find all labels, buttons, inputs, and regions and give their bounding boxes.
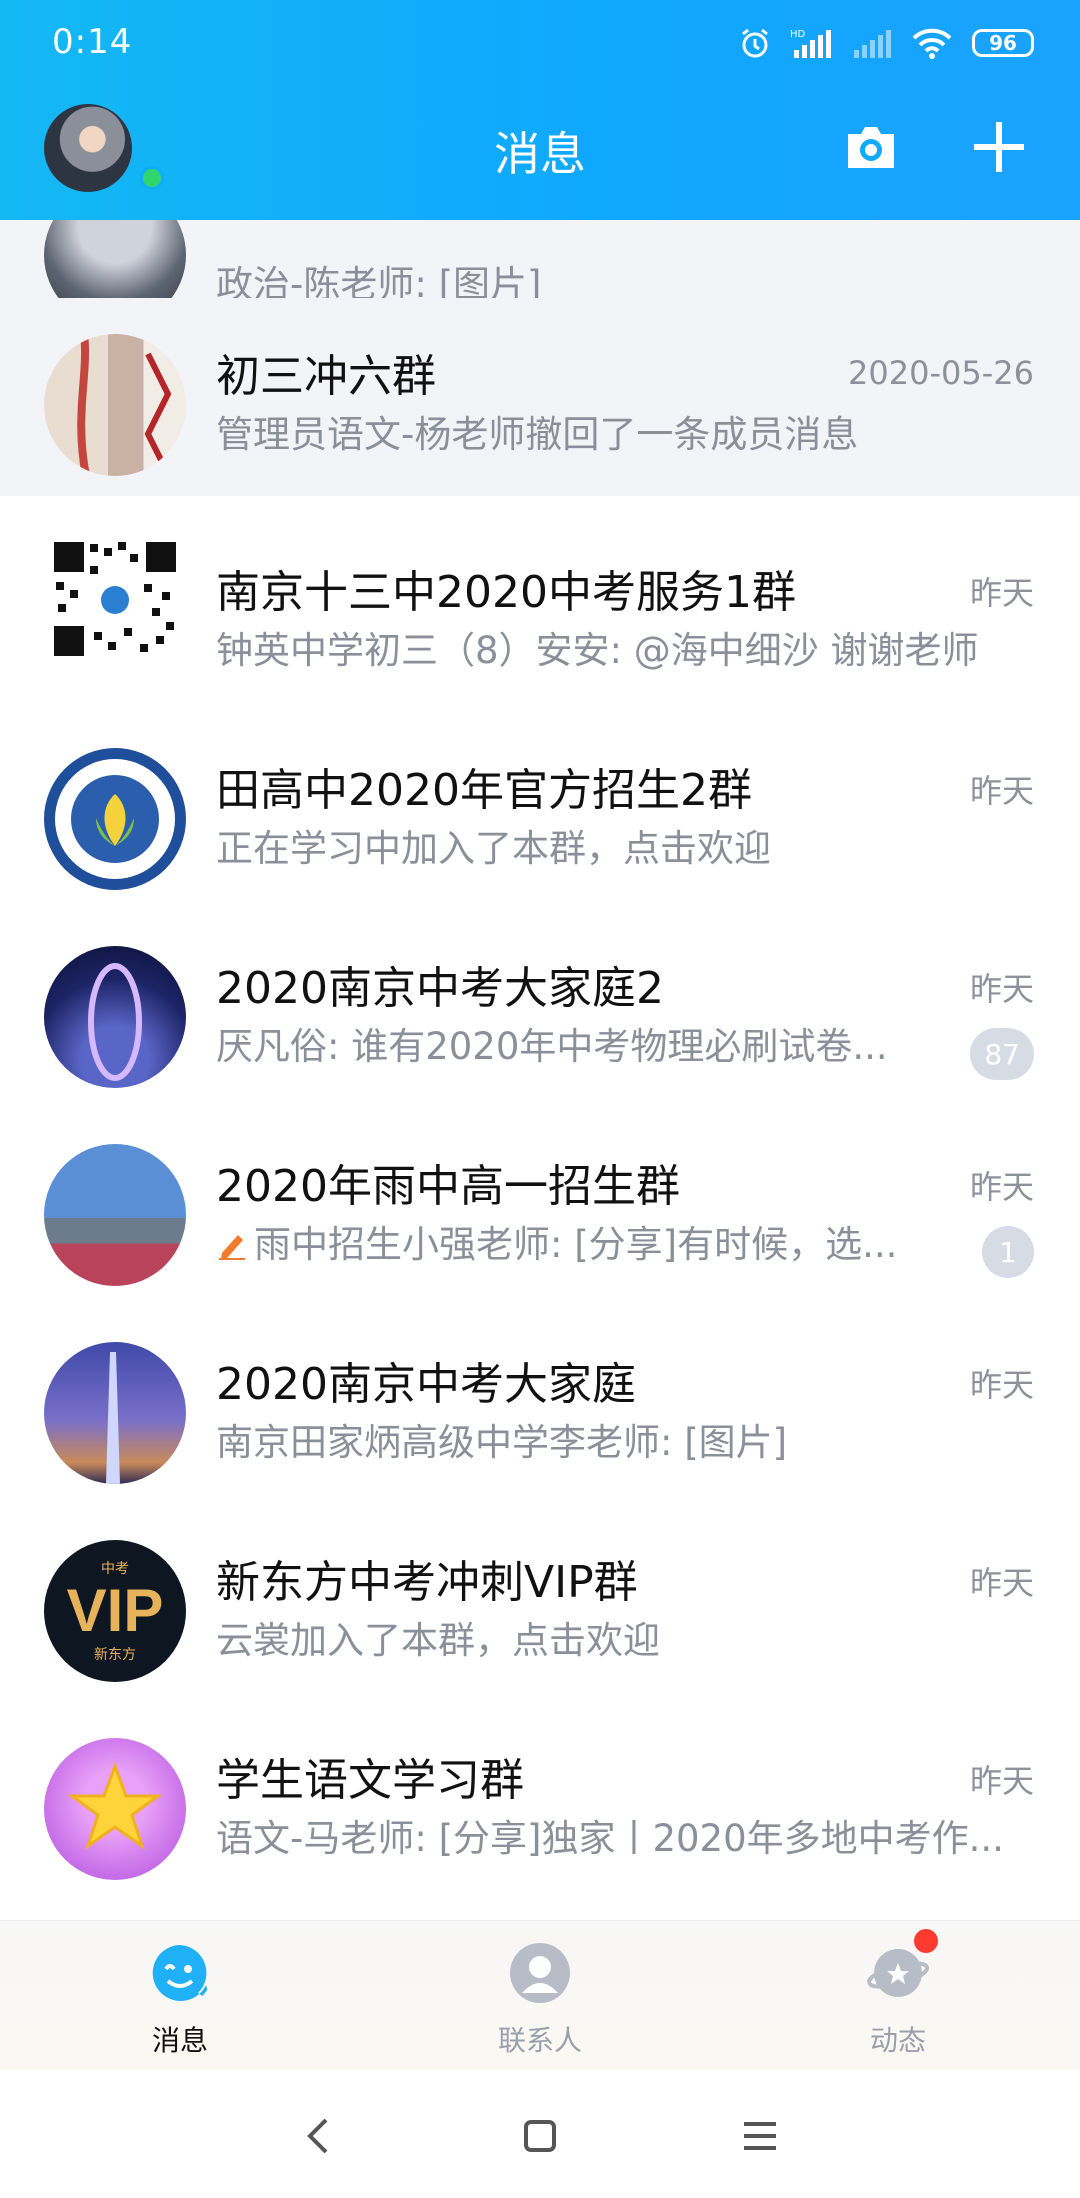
wifi-icon	[912, 28, 952, 59]
conversation-preview: 管理员语文-杨老师撤回了一条成员消息	[216, 413, 859, 456]
conversation-preview: 雨中招生小强老师: [分享]有时候，选...	[216, 1214, 897, 1268]
conversation-name: 南京十三中2020中考服务1群	[216, 567, 796, 618]
add-plus-button[interactable]	[970, 118, 1028, 176]
conversation-row[interactable]: 南京十三中2020中考服务1群 钟英中学初三（8）安安: @海中细沙 谢谢老师 …	[0, 508, 1080, 706]
avatar: 中考 VIP 新东方	[44, 1540, 186, 1682]
conversation-row[interactable]: 2020南京中考大家庭2 厌凡俗: 谁有2020年中考物理必刷试卷... 昨天 …	[0, 904, 1080, 1102]
tab-label: 动态	[869, 2024, 926, 2057]
signal-hd-icon: HD	[790, 29, 831, 58]
qr-code-image	[52, 540, 178, 662]
conversation-preview: 南京田家炳高级中学李老师: [图片]	[216, 1421, 788, 1464]
back-icon[interactable]	[290, 2106, 350, 2166]
vip-logo-bottom: 新东方	[94, 1647, 136, 1663]
tab-contacts[interactable]: 联系人	[440, 1921, 640, 2071]
camera-button[interactable]	[842, 118, 900, 176]
conversation-name: 2020年雨中高一招生群	[216, 1161, 680, 1212]
penguin-chat-icon	[152, 1945, 210, 2001]
avatar	[44, 1342, 186, 1484]
bridge-night-image	[88, 963, 142, 1081]
conversation-time: 昨天	[969, 1366, 1034, 1404]
recents-menu-icon[interactable]	[730, 2106, 790, 2166]
conversation-row[interactable]: 2020年雨中高一招生群 雨中招生小强老师: [分享]有时候，选... 昨天 1	[0, 1102, 1080, 1300]
tab-moments[interactable]: 动态	[798, 1921, 998, 2071]
conversation-time: 昨天	[969, 574, 1034, 612]
bottom-tab-bar: 消息 联系人 动态	[0, 1920, 1080, 2071]
avatar	[44, 1738, 186, 1880]
alarm-icon	[742, 28, 768, 58]
conversation-time: 2020-05-26	[848, 354, 1034, 392]
tab-label: 消息	[151, 2024, 208, 2057]
conversation-row[interactable]: 2020南京中考大家庭 南京田家炳高级中学李老师: [图片] 昨天	[0, 1300, 1080, 1498]
conversation-preview: 云裳加入了本群，点击欢迎	[216, 1619, 660, 1662]
conversation-name: 2020南京中考大家庭	[216, 1359, 636, 1410]
app-header: 0:14 HD 96 消息	[0, 0, 1080, 220]
conversation-time: 昨天	[969, 1762, 1034, 1800]
avatar	[44, 946, 186, 1088]
conversation-preview: 正在学习中加入了本群，点击欢迎	[216, 827, 771, 870]
page-title: 消息	[494, 127, 586, 181]
tab-label: 联系人	[497, 2024, 582, 2057]
avatar	[44, 334, 186, 476]
conversation-row[interactable]: 中考 VIP 新东方 新东方中考冲刺VIP群 云裳加入了本群，点击欢迎 昨天	[0, 1498, 1080, 1696]
conversation-name: 初三冲六群	[216, 351, 436, 402]
status-time: 0:14	[52, 22, 133, 62]
signal-weak-icon	[854, 30, 891, 58]
conversation-preview: 厌凡俗: 谁有2020年中考物理必刷试卷...	[216, 1025, 888, 1068]
conversation-time: 昨天	[969, 772, 1034, 810]
avatar	[44, 532, 186, 674]
vip-logo-top: 中考	[101, 1561, 129, 1577]
vip-logo-text: VIP	[66, 1577, 164, 1644]
avatar	[44, 1144, 186, 1286]
conversation-time: 昨天	[969, 1168, 1034, 1206]
conversation-time: 昨天	[969, 970, 1034, 1008]
avatar	[44, 748, 186, 890]
conversation-preview-text: 雨中招生小强老师: [分享]有时候，选...	[254, 1223, 898, 1266]
conversation-preview: 钟英中学初三（8）安安: @海中细沙 谢谢老师	[216, 629, 979, 672]
conversation-name: 2020南京中考大家庭2	[216, 963, 664, 1014]
conversation-name: 学生语文学习群	[216, 1755, 524, 1806]
conversation-name: 新东方中考冲刺VIP群	[216, 1557, 638, 1608]
notification-dot	[914, 1929, 938, 1953]
home-icon[interactable]	[510, 2106, 570, 2166]
battery-indicator: 96	[972, 29, 1034, 57]
conversation-list[interactable]: 政治-陈老师: [图片] 初三冲六群 管理员语文-杨老师撤回了一条成员消息 20…	[0, 220, 1080, 1920]
conversation-name: 田高中2020年官方招生2群	[216, 765, 752, 816]
unread-count-badge: 87	[970, 1028, 1034, 1080]
contact-person-icon	[510, 1943, 570, 2003]
conversation-row[interactable]: 初三冲六群 管理员语文-杨老师撤回了一条成员消息 2020-05-26	[0, 298, 1080, 496]
status-bar: 0:14 HD 96	[0, 0, 1080, 90]
system-navigation-bar	[0, 2070, 1080, 2198]
svg-text:HD: HD	[790, 29, 806, 40]
skyscraper-image	[106, 1352, 120, 1484]
unread-count-badge: 1	[982, 1226, 1034, 1278]
tab-messages[interactable]: 消息	[80, 1921, 280, 2071]
conversation-time: 昨天	[969, 1564, 1034, 1602]
status-icons: HD 96	[738, 26, 1034, 60]
conversation-preview: 语文-马老师: [分享]独家丨2020年多地中考作...	[216, 1817, 1004, 1860]
decoration-image	[77, 334, 172, 476]
conversation-row[interactable]: 田高中2020年官方招生2群 正在学习中加入了本群，点击欢迎 昨天	[0, 706, 1080, 904]
star-image	[67, 1761, 163, 1850]
conversation-row[interactable]: 学生语文学习群 语文-马老师: [分享]独家丨2020年多地中考作... 昨天	[0, 1696, 1080, 1894]
pencil-icon	[219, 1235, 245, 1260]
school-emblem-image	[55, 759, 175, 879]
